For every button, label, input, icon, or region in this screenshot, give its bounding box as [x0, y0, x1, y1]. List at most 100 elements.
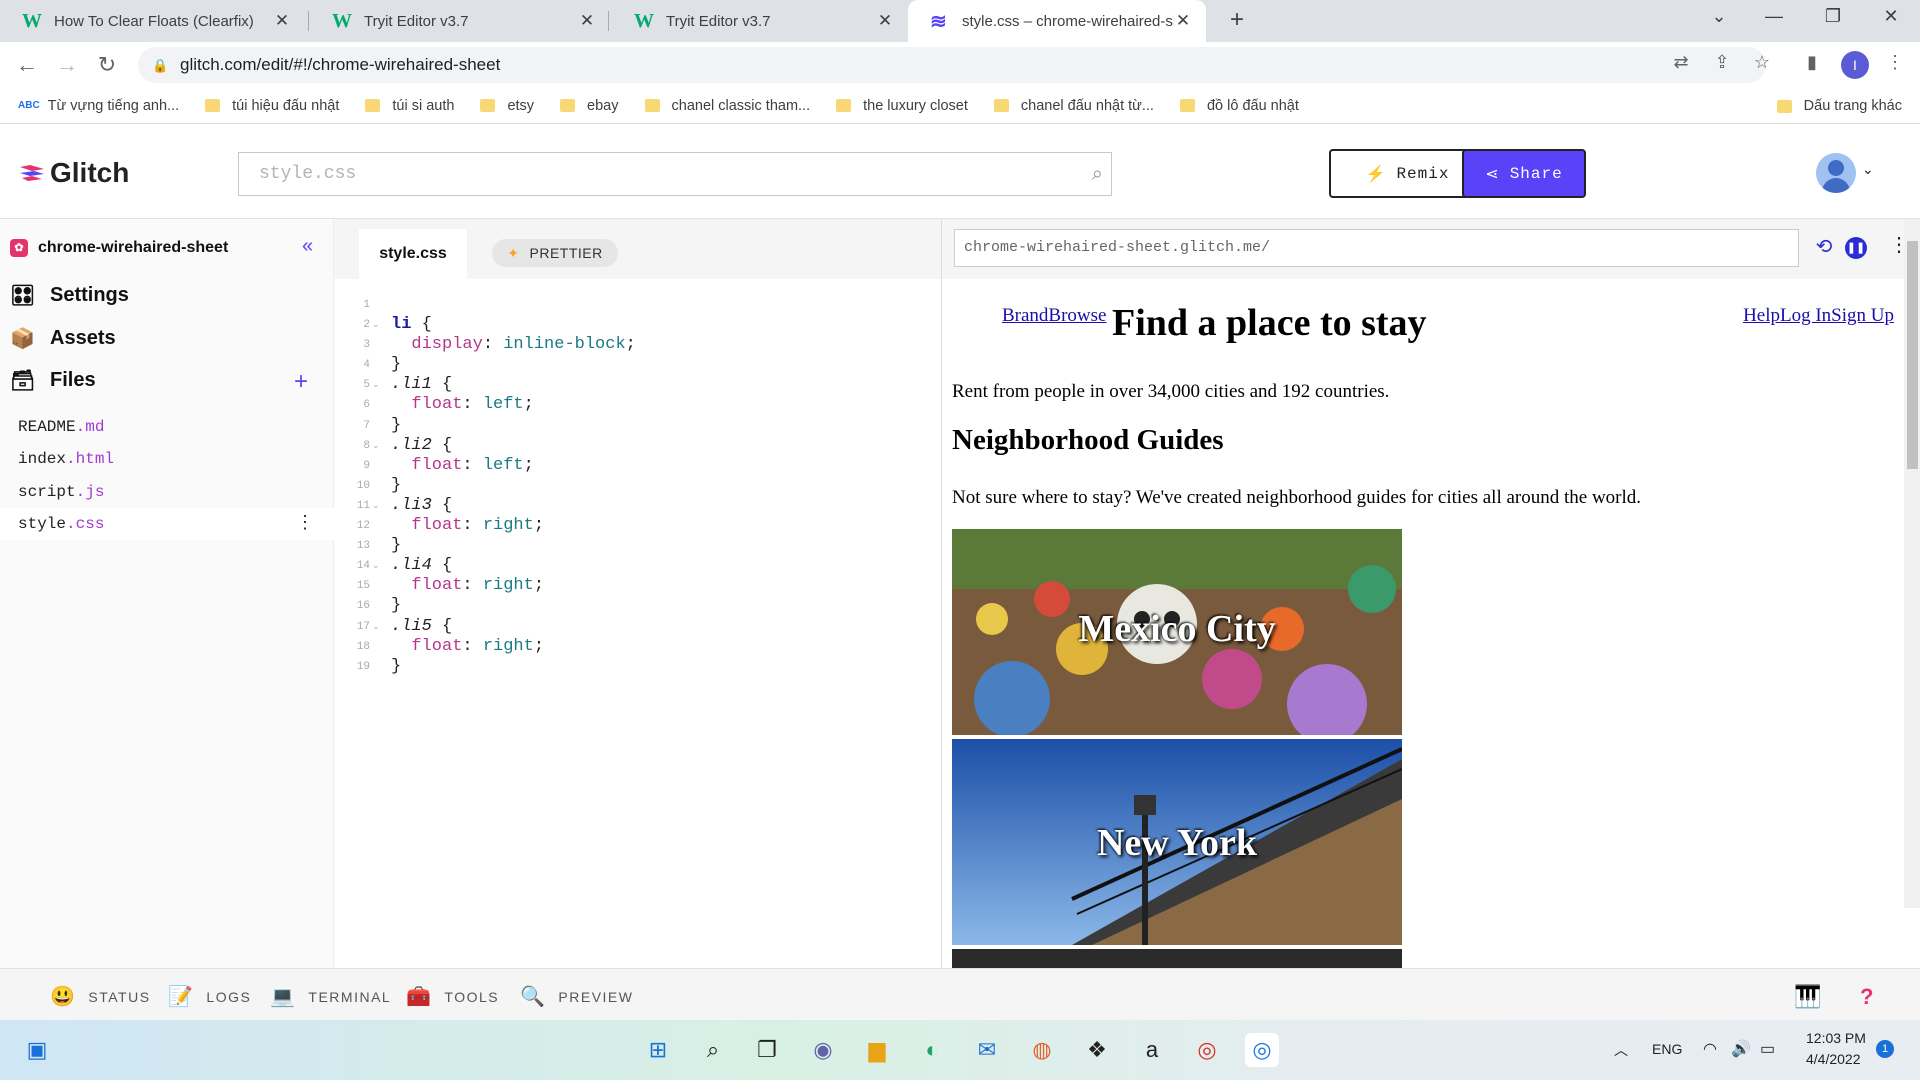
code-line[interactable]: 5 ⌄ .li1 {: [334, 375, 941, 395]
browser-tab-2[interactable]: W Tryit Editor v3.7 ✕: [310, 0, 610, 42]
code-line[interactable]: 12 float: right;: [334, 516, 941, 536]
widgets-icon[interactable]: ▣: [20, 1033, 54, 1067]
windows-start-icon[interactable]: ⊞: [641, 1033, 675, 1067]
code-line[interactable]: 2 ⌄ li {: [334, 315, 941, 335]
edge-icon[interactable]: ◐: [915, 1033, 949, 1067]
close-icon[interactable]: ✕: [578, 11, 596, 31]
translate-icon[interactable]: ⇄: [1669, 52, 1693, 73]
add-file-button[interactable]: +: [294, 368, 308, 396]
code-line[interactable]: 4}: [334, 355, 941, 375]
firefox-icon[interactable]: ◍: [1025, 1033, 1059, 1067]
project-name[interactable]: ✿ chrome-wirehaired-sheet: [10, 239, 228, 257]
amazon-icon[interactable]: a: [1135, 1033, 1169, 1067]
tab-style-css[interactable]: style.css: [359, 229, 467, 279]
back-icon[interactable]: ←: [12, 50, 42, 80]
minimize-icon[interactable]: —: [1751, 6, 1797, 27]
code-line[interactable]: 3 display: inline-block;: [334, 335, 941, 355]
code-line[interactable]: 14 ⌄ .li4 {: [334, 556, 941, 576]
city-card-mexico[interactable]: Mexico City: [952, 529, 1402, 735]
nav-links-left[interactable]: BrandBrowse: [1002, 305, 1106, 327]
code-line[interactable]: 7}: [334, 416, 941, 436]
code-line[interactable]: 1: [334, 295, 941, 315]
reload-icon[interactable]: ↻: [92, 50, 122, 80]
fold-chevron-icon[interactable]: ⌄: [372, 315, 380, 335]
fold-chevron-icon[interactable]: ⌄: [372, 617, 380, 637]
code-line[interactable]: 11 ⌄ .li3 {: [334, 496, 941, 516]
code-line[interactable]: 13}: [334, 536, 941, 556]
new-tab-button[interactable]: +: [1222, 6, 1252, 34]
chrome-icon[interactable]: ◎: [1190, 1033, 1224, 1067]
pause-icon[interactable]: ❚❚: [1845, 237, 1867, 259]
other-bookmarks[interactable]: Dấu trang khác: [1776, 88, 1902, 124]
close-icon[interactable]: ✕: [876, 11, 894, 31]
battery-icon[interactable]: ▭: [1760, 1039, 1775, 1059]
chrome-menu-icon[interactable]: ⋮: [1883, 52, 1907, 73]
bookmark-folder[interactable]: ebay: [560, 98, 619, 114]
file-item[interactable]: index.html: [0, 443, 334, 475]
preview-button[interactable]: 🔍 PREVIEW: [520, 984, 633, 1009]
side-panel-icon[interactable]: ▮: [1800, 52, 1824, 73]
code-line[interactable]: 18 float: right;: [334, 637, 941, 657]
bookmark-folder[interactable]: chanel classic tham...: [644, 98, 810, 114]
restore-icon[interactable]: ❐: [1810, 6, 1856, 27]
code-line[interactable]: 9 float: left;: [334, 456, 941, 476]
file-options-icon[interactable]: ⋮: [296, 508, 314, 540]
prettier-button[interactable]: ✦ PRETTIER: [492, 239, 618, 267]
terminal-button[interactable]: 💻 TERMINAL: [270, 984, 391, 1009]
city-card-new-york[interactable]: New York: [952, 739, 1402, 945]
code-line[interactable]: 10}: [334, 476, 941, 496]
sidebar-item-settings[interactable]: 🎛 Settings: [10, 283, 129, 308]
browser-tab-1[interactable]: W How To Clear Floats (Clearfix) ✕: [0, 0, 305, 42]
code-line[interactable]: 6 float: left;: [334, 395, 941, 415]
code-area[interactable]: 1 2 ⌄ li {3 display: inline-block; 4} 5 ⌄ .li1 …: [334, 295, 941, 677]
file-item[interactable]: script.js: [0, 476, 334, 508]
fold-chevron-icon[interactable]: ⌄: [372, 496, 380, 516]
status-button[interactable]: 😃 STATUS: [50, 984, 151, 1009]
dropbox-icon[interactable]: ❖: [1080, 1033, 1114, 1067]
bookmark-folder[interactable]: chanel đấu nhật từ...: [993, 98, 1154, 114]
code-line[interactable]: 17 ⌄ .li5 {: [334, 617, 941, 637]
fold-chevron-icon[interactable]: ⌄: [372, 556, 380, 576]
tools-button[interactable]: 🧰 TOOLS: [406, 984, 499, 1009]
code-line[interactable]: 19}: [334, 657, 941, 677]
city-card-next[interactable]: [952, 949, 1402, 968]
bookmark-folder[interactable]: đồ lô đấu nhật: [1179, 98, 1299, 114]
code-line[interactable]: 8 ⌄ .li2 {: [334, 436, 941, 456]
keyboard-shortcuts-icon[interactable]: 🎹: [1794, 984, 1823, 1010]
bookmark-folder[interactable]: túi si auth: [365, 98, 454, 114]
bookmark-folder[interactable]: túi hiệu đấu nhật: [205, 98, 339, 114]
search-icon[interactable]: ⌕: [696, 1033, 730, 1067]
address-bar[interactable]: 🔒 glitch.com/edit/#!/chrome-wirehaired-s…: [138, 47, 1766, 83]
sidebar-item-assets[interactable]: 📦 Assets: [10, 326, 116, 351]
teams-chat-icon[interactable]: ◉: [806, 1033, 840, 1067]
bookmark-folder[interactable]: the luxury closet: [836, 98, 968, 114]
chrome-active-icon[interactable]: ◎: [1245, 1033, 1279, 1067]
refresh-icon[interactable]: ⟲: [1812, 234, 1836, 259]
glitch-logo[interactable]: Glitch: [18, 157, 129, 189]
mail-icon[interactable]: ✉: [970, 1033, 1004, 1067]
forward-icon[interactable]: →: [52, 50, 82, 80]
close-icon[interactable]: ✕: [1174, 11, 1192, 31]
preview-url-input[interactable]: chrome-wirehaired-sheet.glitch.me/: [954, 229, 1799, 267]
chevron-down-icon[interactable]: ⌄: [1862, 161, 1874, 178]
preview-scrollbar[interactable]: [1904, 219, 1920, 908]
code-line[interactable]: 15 float: right;: [334, 576, 941, 596]
fold-chevron-icon[interactable]: ⌄: [372, 375, 380, 395]
tray-chevron-icon[interactable]: ︿: [1614, 1040, 1628, 1060]
browser-tab-active[interactable]: ≋ style.css – chrome-wirehaired-sh ✕: [908, 0, 1206, 42]
help-icon[interactable]: ?: [1860, 984, 1875, 1010]
task-view-icon[interactable]: ❐: [750, 1033, 784, 1067]
fold-chevron-icon[interactable]: ⌄: [372, 436, 380, 456]
clock-time[interactable]: 12:03 PM: [1806, 1030, 1866, 1046]
sidebar-item-files[interactable]: 🗃 Files: [10, 368, 96, 393]
bookmark-item[interactable]: ABC Từ vựng tiếng anh...: [18, 98, 179, 114]
code-line[interactable]: 16}: [334, 596, 941, 616]
close-icon[interactable]: ✕: [273, 11, 291, 31]
search-input[interactable]: style.css ⌕: [238, 152, 1112, 196]
user-avatar[interactable]: [1816, 153, 1856, 193]
file-item-selected[interactable]: style.css ⋮: [0, 508, 334, 540]
tab-search-icon[interactable]: ⌄: [1696, 6, 1742, 27]
bookmark-folder[interactable]: etsy: [480, 98, 534, 114]
profile-avatar[interactable]: I: [1841, 51, 1869, 79]
wifi-icon[interactable]: ◠: [1703, 1039, 1717, 1059]
